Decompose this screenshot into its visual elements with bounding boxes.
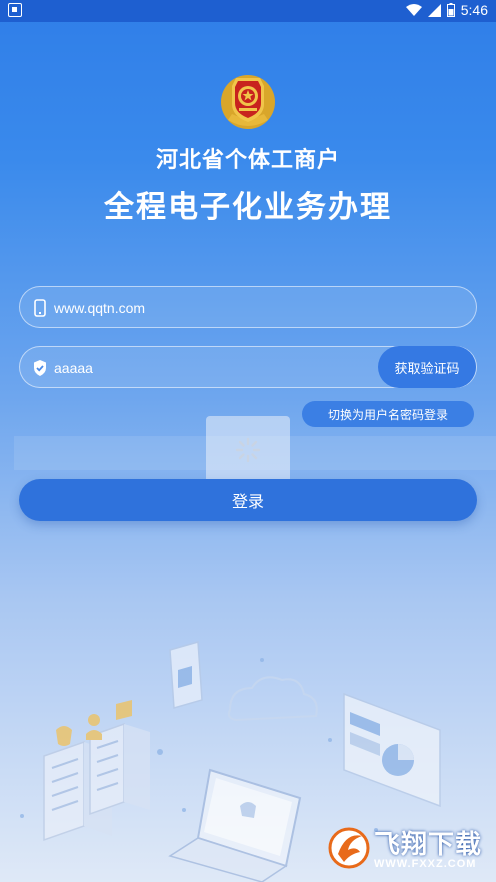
- spinner-icon: [235, 437, 261, 463]
- wifi-icon: [405, 3, 422, 16]
- emblem-icon: [221, 75, 275, 129]
- laptop-icon: [168, 768, 302, 882]
- title-line-2: 全程电子化业务办理: [104, 190, 392, 225]
- server-rack-icon: [43, 700, 150, 842]
- notification-icon: [8, 3, 22, 17]
- status-icons: 5:46: [405, 2, 488, 18]
- account-input[interactable]: [52, 287, 386, 329]
- status-bar: 5:46: [0, 0, 496, 22]
- get-code-button[interactable]: 获取验证码: [378, 346, 476, 388]
- signal-icon: [427, 3, 441, 17]
- battery-icon: [446, 3, 455, 17]
- code-field: 获取验证码: [19, 346, 477, 389]
- loading-overlay: [206, 416, 290, 486]
- switch-login-mode-button[interactable]: 切换为用户名密码登录: [302, 401, 474, 427]
- dashboard-panel-icon: [343, 692, 441, 808]
- watermark-url: WWW.FXXZ.COM: [374, 858, 477, 870]
- watermark-brand: 飞翔下载: [374, 830, 483, 860]
- watermark-logo-icon: [328, 827, 370, 869]
- code-input[interactable]: [52, 347, 386, 389]
- title-line-1: 河北省个体工商户: [155, 148, 340, 173]
- account-field: [19, 286, 477, 329]
- phone-icon: [34, 299, 46, 317]
- login-button[interactable]: 登录: [19, 479, 477, 521]
- shield-check-icon: [34, 360, 46, 376]
- clock: 5:46: [460, 2, 488, 18]
- watermark: 飞翔下载 WWW.FXXZ.COM: [328, 820, 488, 876]
- phone-card-icon: [169, 641, 203, 709]
